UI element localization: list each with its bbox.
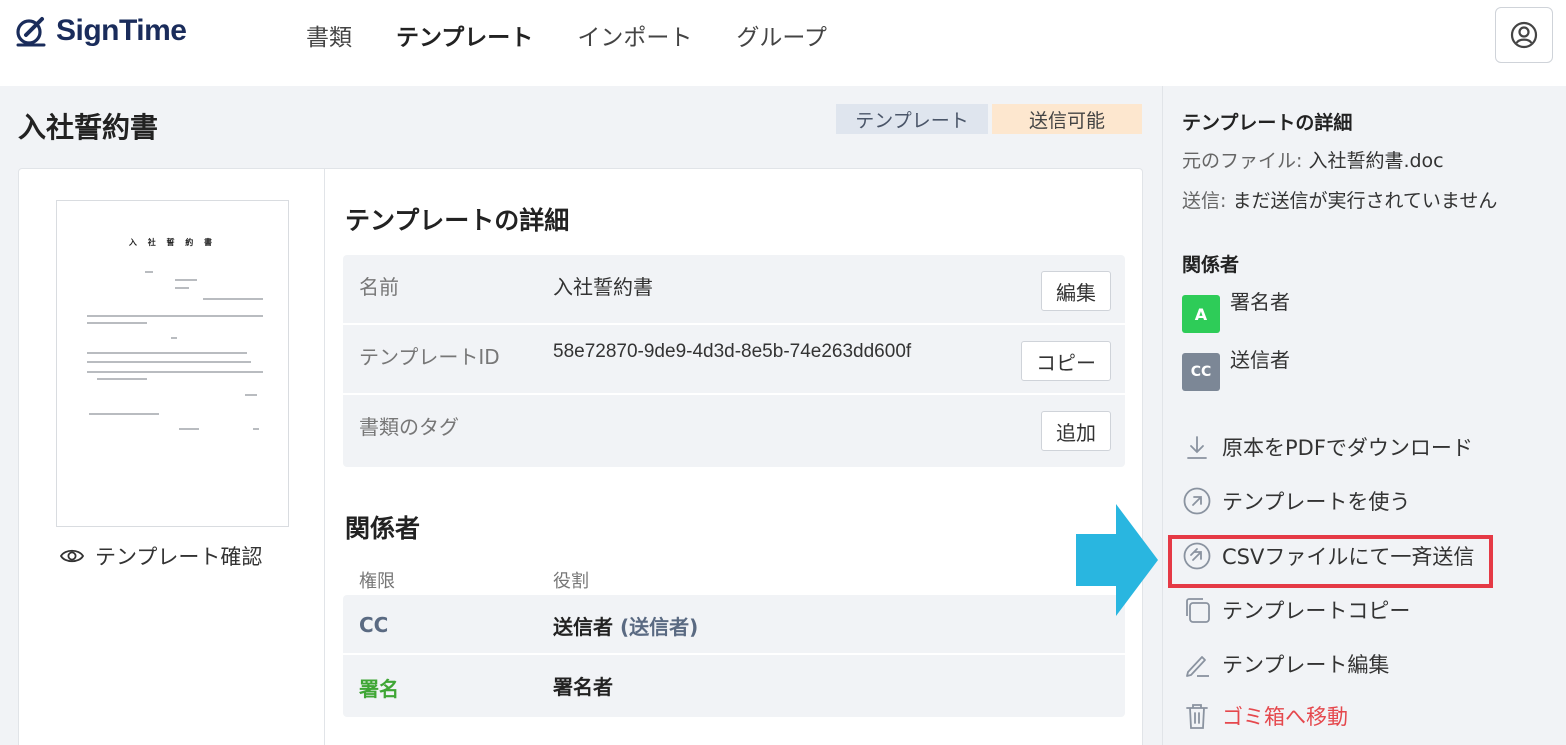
signtime-logo[interactable]: SignTime: [14, 14, 187, 48]
eye-icon: [59, 549, 85, 563]
preview-link-label: テンプレート確認: [95, 545, 263, 569]
highlight-box: [1168, 535, 1493, 588]
action-label: テンプレートコピー: [1222, 599, 1411, 623]
sidebar-details-title: テンプレートの詳細: [1182, 112, 1353, 134]
detail-value: 入社誓約書: [553, 275, 653, 299]
col-permission-header: 権限: [359, 571, 395, 592]
col-role-header: 役割: [553, 571, 589, 592]
nav-templates[interactable]: テンプレート: [396, 18, 533, 52]
status-badge: 送信可能: [992, 104, 1142, 134]
avatar: A: [1182, 295, 1220, 333]
role-name: 送信者: [553, 615, 613, 639]
role-cell: 送信者 (送信者): [553, 611, 698, 640]
role-name: 署名者: [553, 675, 613, 699]
nav-import[interactable]: インポート: [577, 18, 692, 52]
main-nav: 書類 テンプレート インポート グループ: [306, 18, 871, 52]
party-sender: CC 送信者: [1182, 344, 1290, 391]
edit-name-button[interactable]: 編集: [1041, 271, 1111, 311]
file-value: 入社誓約書.doc: [1308, 150, 1444, 172]
logo-pen-icon: [16, 17, 46, 47]
action-label: ゴミ箱へ移動: [1222, 705, 1348, 729]
role-sub: (送信者): [619, 615, 699, 639]
role-cell: 署名者: [553, 671, 613, 700]
page-title: 入社誓約書: [18, 111, 159, 144]
party-label: 送信者: [1230, 348, 1290, 372]
detail-label: 名前: [359, 275, 399, 299]
details-panel: テンプレートの詳細 名前 入社誓約書 編集 テンプレートID 58e72870-…: [325, 169, 1142, 745]
send-label: 送信:: [1182, 190, 1233, 212]
detail-row-tags: 書類のタグ 追加: [343, 395, 1125, 465]
template-preview-link[interactable]: テンプレート確認: [59, 541, 262, 571]
template-badge: テンプレート: [836, 104, 988, 134]
detail-value: 58e72870-9de9-4d3d-8e5b-74e263dd600f: [553, 341, 912, 362]
top-header: SignTime 書類 テンプレート インポート グループ: [0, 0, 1566, 86]
thumbnail-title: 入 社 誓 約 書: [128, 238, 217, 247]
details-table: 名前 入社誓約書 編集 テンプレートID 58e72870-9de9-4d3d-…: [343, 255, 1125, 467]
copy-icon: [1186, 598, 1210, 623]
permission-cell: CC: [359, 613, 389, 637]
nav-documents[interactable]: 書類: [306, 18, 352, 52]
copy-id-button[interactable]: コピー: [1021, 341, 1111, 381]
parties-heading: 関係者: [345, 514, 421, 543]
send-value: まだ送信が実行されていません: [1232, 190, 1498, 212]
edit-template-action[interactable]: テンプレート編集: [1182, 649, 1389, 679]
table-row: 署名 署名者: [343, 655, 1125, 715]
file-label: 元のファイル:: [1182, 150, 1309, 172]
action-label: 原本をPDFでダウンロード: [1222, 436, 1473, 460]
arrow-up-right-circle-icon: [1183, 487, 1211, 515]
action-label: テンプレートを使う: [1222, 490, 1411, 514]
detail-row-template-id: テンプレートID 58e72870-9de9-4d3d-8e5b-74e263d…: [343, 325, 1125, 395]
user-menu-button[interactable]: [1495, 7, 1553, 63]
template-card: 入 社 誓 約 書 テンプレート確認 テンプレートの詳細 名前 入社誓約書 編集…: [18, 168, 1143, 745]
user-circle-icon: [1510, 21, 1538, 49]
add-tag-button[interactable]: 追加: [1041, 411, 1111, 451]
brand-name: SignTime: [56, 14, 187, 47]
details-heading: テンプレートの詳細: [345, 206, 570, 235]
main-content: 入社誓約書 テンプレート 送信可能 入 社 誓 約 書 テンプレート確認 テンプ…: [0, 86, 1162, 745]
party-signer: A 署名者: [1182, 286, 1290, 333]
move-to-trash-action[interactable]: ゴミ箱へ移動: [1182, 701, 1348, 731]
sidebar-parties-title: 関係者: [1182, 254, 1240, 276]
permission-cell: 署名: [359, 677, 399, 701]
detail-row-name: 名前 入社誓約書 編集: [343, 255, 1125, 325]
download-pdf-action[interactable]: 原本をPDFでダウンロード: [1182, 432, 1473, 462]
pencil-icon: [1186, 656, 1209, 677]
detail-label: テンプレートID: [359, 345, 500, 369]
send-info: 送信: まだ送信が実行されていません: [1182, 186, 1497, 213]
pointer-arrow-icon: [1076, 504, 1158, 616]
copy-template-action[interactable]: テンプレートコピー: [1182, 595, 1410, 625]
party-label: 署名者: [1230, 290, 1290, 314]
preview-panel: 入 社 誓 約 書 テンプレート確認: [19, 169, 325, 745]
table-row: CC 送信者 (送信者): [343, 595, 1125, 655]
parties-table: CC 送信者 (送信者) 署名 署名者: [343, 595, 1125, 717]
avatar: CC: [1182, 353, 1220, 391]
detail-label: 書類のタグ: [359, 415, 459, 439]
download-icon: [1187, 436, 1207, 459]
use-template-action[interactable]: テンプレートを使う: [1182, 486, 1410, 516]
right-sidebar: テンプレートの詳細 元のファイル: 入社誓約書.doc 送信: まだ送信が実行さ…: [1162, 86, 1566, 745]
action-label: テンプレート編集: [1222, 653, 1390, 677]
nav-groups[interactable]: グループ: [736, 18, 827, 52]
original-file-info: 元のファイル: 入社誓約書.doc: [1182, 146, 1444, 173]
trash-icon: [1186, 704, 1208, 729]
document-thumbnail[interactable]: 入 社 誓 約 書: [56, 200, 289, 527]
